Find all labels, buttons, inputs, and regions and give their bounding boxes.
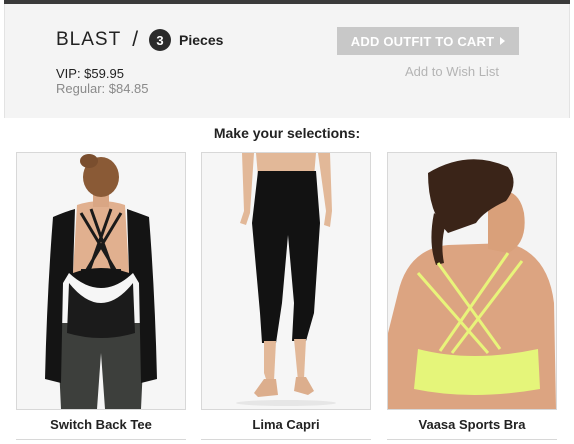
product-name-vaasa-sports-bra[interactable]: Vaasa Sports Bra [387, 417, 557, 432]
add-outfit-to-cart-button[interactable]: ADD OUTFIT TO CART [337, 27, 519, 55]
product-divider [16, 439, 186, 440]
selections-heading: Make your selections: [213, 125, 361, 141]
product-card-vaasa-sports-bra: Vaasa Sports Bra [387, 152, 557, 442]
vip-price: VIP: $59.95 [56, 66, 124, 81]
add-outfit-to-cart-label: ADD OUTFIT TO CART [350, 33, 495, 49]
pieces-label: Pieces [179, 32, 224, 48]
title-separator: / [132, 28, 139, 51]
piece-count-badge: 3 [149, 29, 172, 51]
regular-price: Regular: $84.85 [56, 81, 149, 96]
outfit-header: BLAST / 3 Pieces VIP: $59.95 Regular: $8… [4, 4, 570, 118]
product-name-switch-back-tee[interactable]: Switch Back Tee [16, 417, 186, 432]
add-to-wish-list-link[interactable]: Add to Wish List [405, 64, 499, 79]
outfit-name: BLAST [56, 29, 122, 50]
product-card-switch-back-tee: Switch Back Tee [16, 152, 186, 442]
product-name-lima-capri[interactable]: Lima Capri [201, 417, 371, 432]
caret-right-icon [500, 37, 506, 45]
outfit-title: BLAST / 3 Pieces [56, 28, 223, 52]
product-image-switch-back-tee[interactable] [16, 152, 186, 410]
product-image-vaasa-sports-bra[interactable] [387, 152, 557, 410]
product-divider [201, 439, 371, 440]
product-image-lima-capri[interactable] [201, 152, 371, 410]
product-card-lima-capri: Lima Capri [201, 152, 371, 442]
product-divider [387, 439, 557, 440]
